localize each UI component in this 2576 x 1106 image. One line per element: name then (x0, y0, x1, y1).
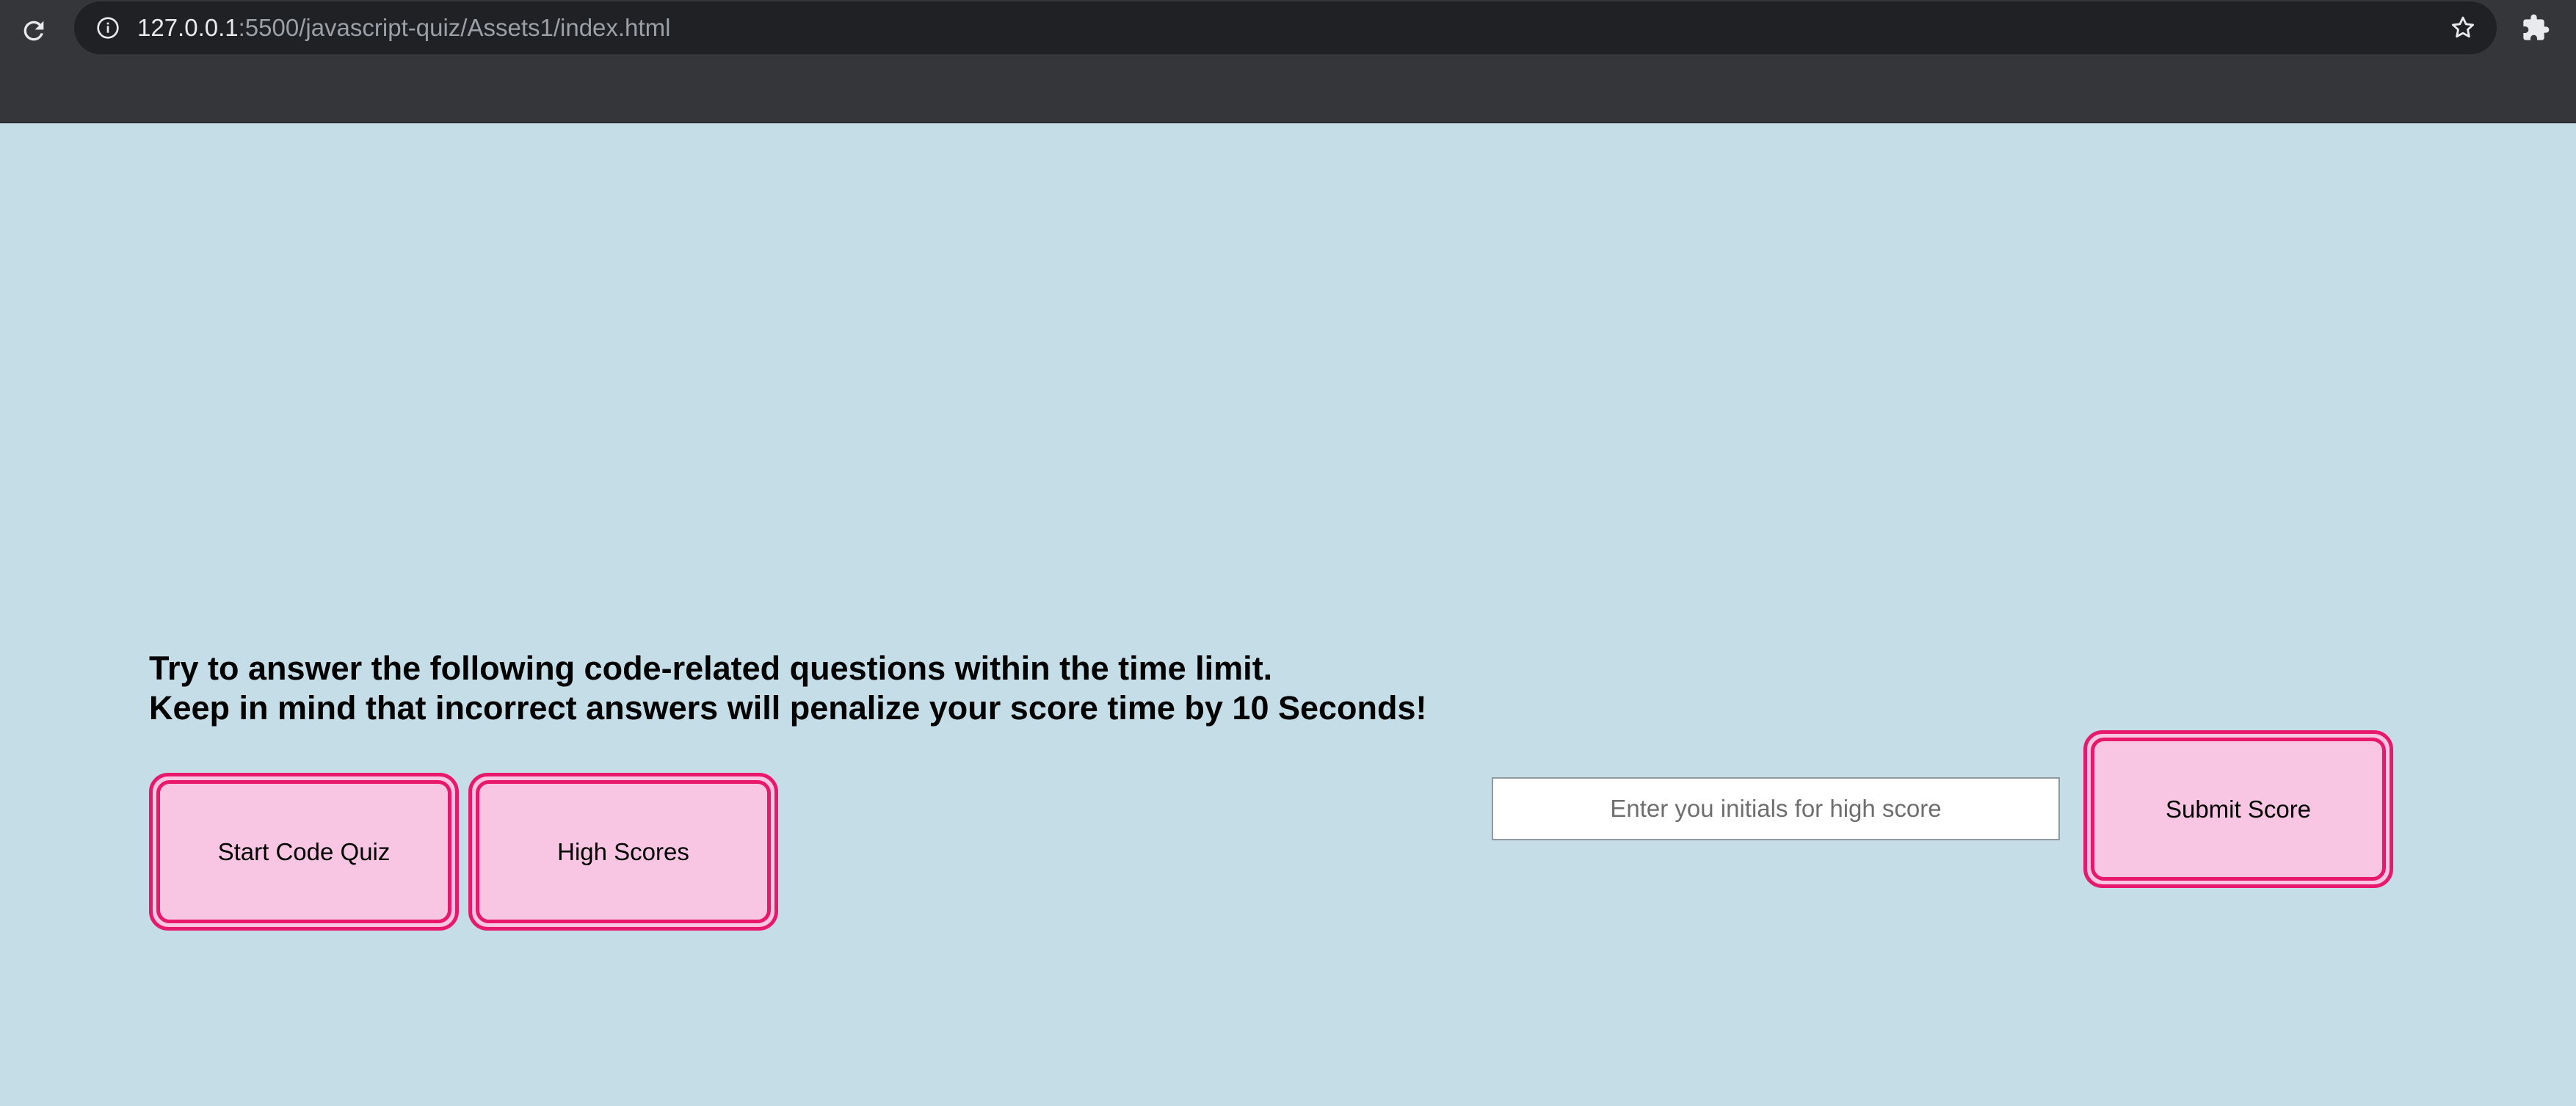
star-icon[interactable] (2448, 13, 2478, 43)
high-scores-button[interactable]: High Scores (468, 773, 778, 931)
address-bar[interactable]: 127.0.0.1:5500/javascript-quiz/Assets1/i… (74, 1, 2497, 54)
initials-input[interactable] (1492, 777, 2060, 840)
url-text[interactable]: 127.0.0.1:5500/javascript-quiz/Assets1/i… (137, 1, 670, 54)
url-path: :5500/javascript-quiz/Assets1/index.html (238, 14, 671, 41)
high-scores-label: High Scores (476, 780, 771, 923)
instructions-line-2: Keep in mind that incorrect answers will… (149, 689, 1427, 727)
url-host: 127.0.0.1 (137, 14, 239, 41)
browser-toolbar: 127.0.0.1:5500/javascript-quiz/Assets1/i… (0, 0, 2576, 123)
start-quiz-button[interactable]: Start Code Quiz (149, 773, 459, 931)
start-quiz-label: Start Code Quiz (156, 780, 451, 923)
quiz-instructions: Try to answer the following code-related… (149, 649, 1427, 728)
submit-score-label: Submit Score (2091, 738, 2386, 881)
info-icon[interactable] (95, 15, 121, 41)
instructions-line-1: Try to answer the following code-related… (149, 650, 1273, 687)
extensions-icon[interactable] (2519, 12, 2552, 44)
submit-score-button[interactable]: Submit Score (2083, 730, 2393, 888)
reload-icon[interactable] (18, 15, 50, 47)
